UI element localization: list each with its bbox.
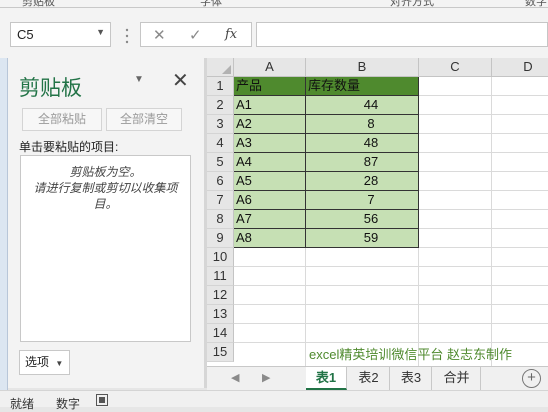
chevron-down-icon: ▼ — [55, 359, 64, 368]
row-header[interactable]: 7 — [207, 191, 234, 210]
cell-b9[interactable]: 59 — [306, 229, 419, 248]
ribbon-strip: 剪贴板 字体 对齐方式 数字 — [0, 0, 548, 8]
row-header[interactable]: 4 — [207, 134, 234, 153]
row-header[interactable]: 11 — [207, 267, 234, 286]
drag-handle-icon[interactable] — [124, 28, 130, 44]
ribbon-group-number: 数字 — [525, 0, 547, 8]
clear-all-button[interactable]: 全部清空 — [106, 108, 182, 131]
cancel-icon[interactable]: ✕ — [153, 26, 166, 44]
cell-a5[interactable]: A4 — [234, 153, 306, 172]
ribbon-group-font: 字体 — [200, 0, 222, 8]
row-header[interactable]: 14 — [207, 324, 234, 343]
ribbon-group-alignment: 对齐方式 — [390, 0, 434, 8]
select-all-corner[interactable] — [207, 58, 234, 77]
row-header[interactable]: 2 — [207, 96, 234, 115]
row-header[interactable]: 8 — [207, 210, 234, 229]
formula-input[interactable] — [256, 22, 548, 47]
status-ready: 就绪 — [10, 397, 35, 411]
chevron-down-icon[interactable]: ▼ — [96, 27, 105, 37]
cell-a4[interactable]: A3 — [234, 134, 306, 153]
options-button[interactable]: 选项 ▼ — [19, 350, 70, 375]
row-header[interactable]: 13 — [207, 305, 234, 324]
row-header[interactable]: 1 — [207, 77, 234, 96]
paste-instruction: 单击要粘贴的项目: — [19, 140, 119, 154]
column-header-c[interactable]: C — [419, 58, 492, 77]
row-header[interactable]: 3 — [207, 115, 234, 134]
empty-message-line1: 剪贴板为空。 — [69, 165, 142, 179]
name-box-value: C5 — [17, 27, 34, 42]
status-bar: 就绪 数字 — [0, 390, 548, 411]
clipboard-items-list[interactable]: 剪贴板为空。 请进行复制或剪切以收集项目。 — [20, 155, 191, 342]
cell-b8[interactable]: 56 — [306, 210, 419, 229]
name-box[interactable]: C5 ▼ — [10, 22, 111, 47]
clipboard-pane: 剪贴板 ▼ ✕ 全部粘贴 全部清空 单击要粘贴的项目: 剪贴板为空。 请进行复制… — [8, 58, 204, 388]
cell-b3[interactable]: 8 — [306, 115, 419, 134]
macro-record-icon[interactable] — [96, 394, 108, 406]
cell-b7[interactable]: 7 — [306, 191, 419, 210]
tab-sheet2[interactable]: 表2 — [348, 367, 390, 390]
cell-a3[interactable]: A2 — [234, 115, 306, 134]
row-header[interactable]: 10 — [207, 248, 234, 267]
cell-b4[interactable]: 48 — [306, 134, 419, 153]
cell-b1[interactable]: 库存数量 — [306, 77, 419, 96]
column-header-a[interactable]: A — [234, 58, 306, 77]
status-mode: 数字 — [56, 397, 81, 411]
row-header[interactable]: 6 — [207, 172, 234, 191]
cell-a9[interactable]: A8 — [234, 229, 306, 248]
row-header[interactable]: 9 — [207, 229, 234, 248]
tab-sheet3[interactable]: 表3 — [391, 367, 432, 390]
options-label: 选项 — [25, 355, 50, 369]
column-header-b[interactable]: B — [306, 58, 419, 77]
row-header[interactable]: 5 — [207, 153, 234, 172]
prev-sheet-icon[interactable]: ◀ — [231, 371, 239, 384]
credit-text: excel精英培训微信平台 赵志东制作 — [309, 347, 512, 362]
cell-a2[interactable]: A1 — [234, 96, 306, 115]
cell-b5[interactable]: 87 — [306, 153, 419, 172]
row-header[interactable]: 15 — [207, 343, 234, 362]
column-header-d[interactable]: D — [492, 58, 548, 77]
close-icon[interactable]: ✕ — [172, 68, 189, 93]
cell-a1[interactable]: 产品 — [234, 77, 306, 96]
formula-buttons: ✕ ✓ fx — [140, 22, 252, 47]
add-sheet-icon[interactable]: + — [522, 369, 541, 388]
worksheet-grid[interactable]: A B C D 1 2 3 4 5 6 7 8 9 10 11 12 13 14… — [207, 58, 548, 366]
cell-b2[interactable]: 44 — [306, 96, 419, 115]
sheet-tab-bar: ◀ ▶ 表1 表2 表3 合并 + — [207, 366, 548, 390]
next-sheet-icon[interactable]: ▶ — [262, 371, 270, 384]
insert-function-icon[interactable]: fx — [225, 27, 237, 42]
left-window-edge — [0, 58, 8, 398]
pane-title: 剪贴板 — [19, 76, 82, 100]
empty-message-line2: 请进行复制或剪切以收集项目。 — [33, 181, 178, 211]
ribbon-group-clipboard: 剪贴板 — [22, 0, 55, 8]
cell-b6[interactable]: 28 — [306, 172, 419, 191]
row-header[interactable]: 12 — [207, 286, 234, 305]
pane-menu-icon[interactable]: ▼ — [134, 74, 144, 85]
tab-sheet1[interactable]: 表1 — [306, 367, 347, 390]
cell-a6[interactable]: A5 — [234, 172, 306, 191]
paste-all-button[interactable]: 全部粘贴 — [22, 108, 102, 131]
tab-merge[interactable]: 合并 — [433, 367, 481, 390]
cell-a8[interactable]: A7 — [234, 210, 306, 229]
enter-icon[interactable]: ✓ — [189, 26, 202, 44]
formula-bar: C5 ▼ ✕ ✓ fx — [0, 8, 548, 58]
cell-a7[interactable]: A6 — [234, 191, 306, 210]
